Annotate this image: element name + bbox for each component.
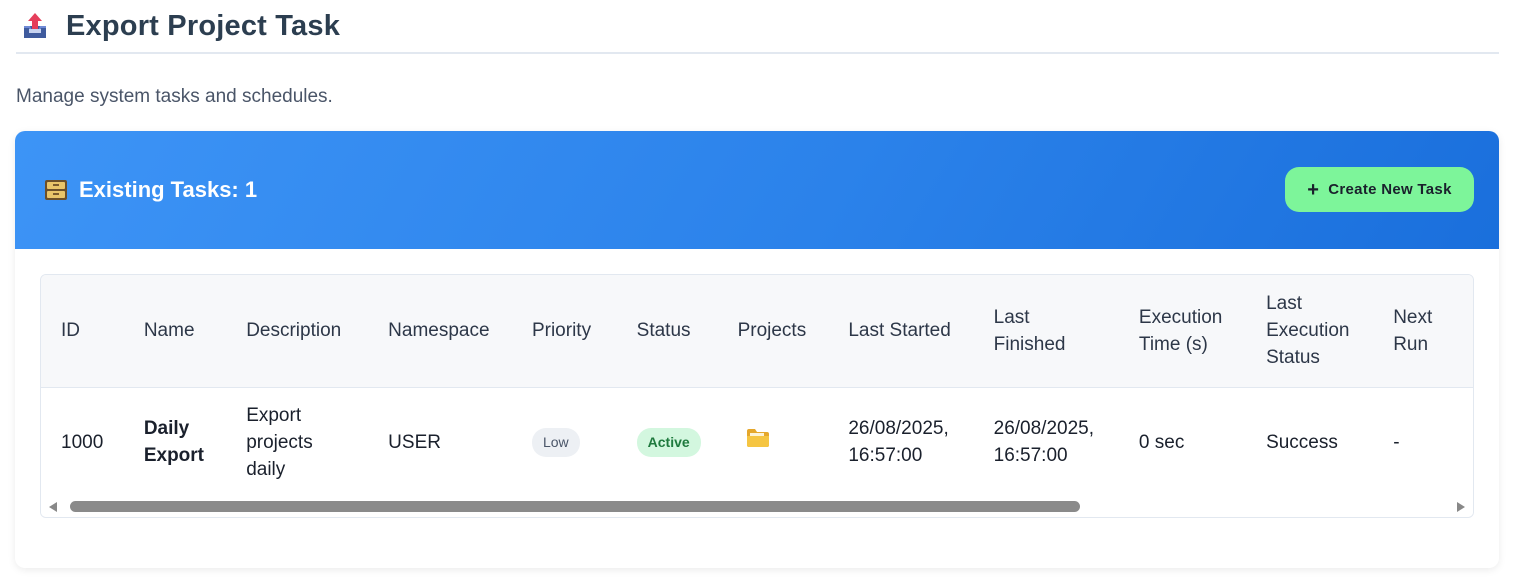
column-header-execution-time[interactable]: Execution Time (s) (1139, 275, 1266, 387)
column-header-last-started[interactable]: Last Started (848, 275, 993, 387)
priority-badge: Low (531, 427, 580, 457)
cell-namespace: USER (388, 431, 441, 453)
cell-priority: Low (531, 387, 637, 497)
cell-next-run: - (1393, 431, 1400, 453)
column-header-status[interactable]: Status (637, 275, 738, 387)
cell-name: Daily Export (143, 418, 205, 467)
table-header-row: ID Name Description Namespace Priority S… (41, 275, 1473, 387)
cell-id: 1000 (61, 431, 104, 453)
page-title: Export Project Task (66, 9, 341, 42)
plus-icon: + (1307, 178, 1320, 201)
column-header-last-finished[interactable]: Last Finished (994, 275, 1139, 387)
horizontal-scrollbar[interactable] (41, 497, 1473, 517)
cell-projects (738, 387, 849, 497)
status-badge: Active (636, 427, 701, 457)
cell-description: Export projects daily (246, 404, 313, 480)
export-tray-icon (20, 11, 50, 41)
column-header-id[interactable]: ID (41, 275, 144, 387)
scroll-left-arrow-icon[interactable] (49, 502, 57, 512)
column-header-projects[interactable]: Projects (738, 275, 849, 387)
page-header: Export Project Task (16, 0, 1499, 54)
scrollbar-thumb[interactable] (70, 501, 1080, 512)
column-header-namespace[interactable]: Namespace (388, 275, 532, 387)
tasks-table: ID Name Description Namespace Priority S… (41, 275, 1473, 497)
create-new-task-label: Create New Task (1328, 181, 1452, 198)
cell-execution-time: 0 sec (1138, 431, 1185, 453)
card-header: Existing Tasks: 1 + Create New Task (15, 131, 1499, 249)
cell-last-finished: 26/08/2025, 16:57:00 (993, 418, 1095, 467)
column-header-last-execution-status[interactable]: Last Execution Status (1266, 275, 1393, 387)
column-header-priority[interactable]: Priority (532, 275, 637, 387)
tasks-count-title: Existing Tasks: 1 (79, 177, 258, 202)
cell-last-started: 26/08/2025, 16:57:00 (848, 418, 949, 467)
tasks-card: Existing Tasks: 1 + Create New Task ID N… (15, 131, 1499, 568)
cell-status: Active (636, 387, 738, 497)
cell-last-execution-status: Success (1266, 431, 1338, 453)
folder-icon[interactable] (746, 428, 770, 456)
column-header-name[interactable]: Name (144, 275, 246, 387)
table-row[interactable]: 1000 Daily Export Export projects daily … (41, 387, 1473, 497)
file-cabinet-icon (44, 178, 68, 202)
column-header-next-run[interactable]: Next Run (1393, 275, 1473, 387)
page-subtitle: Manage system tasks and schedules. (16, 86, 333, 107)
column-header-description[interactable]: Description (246, 275, 388, 387)
scroll-right-arrow-icon[interactable] (1457, 502, 1465, 512)
tasks-table-container[interactable]: ID Name Description Namespace Priority S… (40, 274, 1474, 518)
create-new-task-button[interactable]: + Create New Task (1285, 167, 1474, 212)
